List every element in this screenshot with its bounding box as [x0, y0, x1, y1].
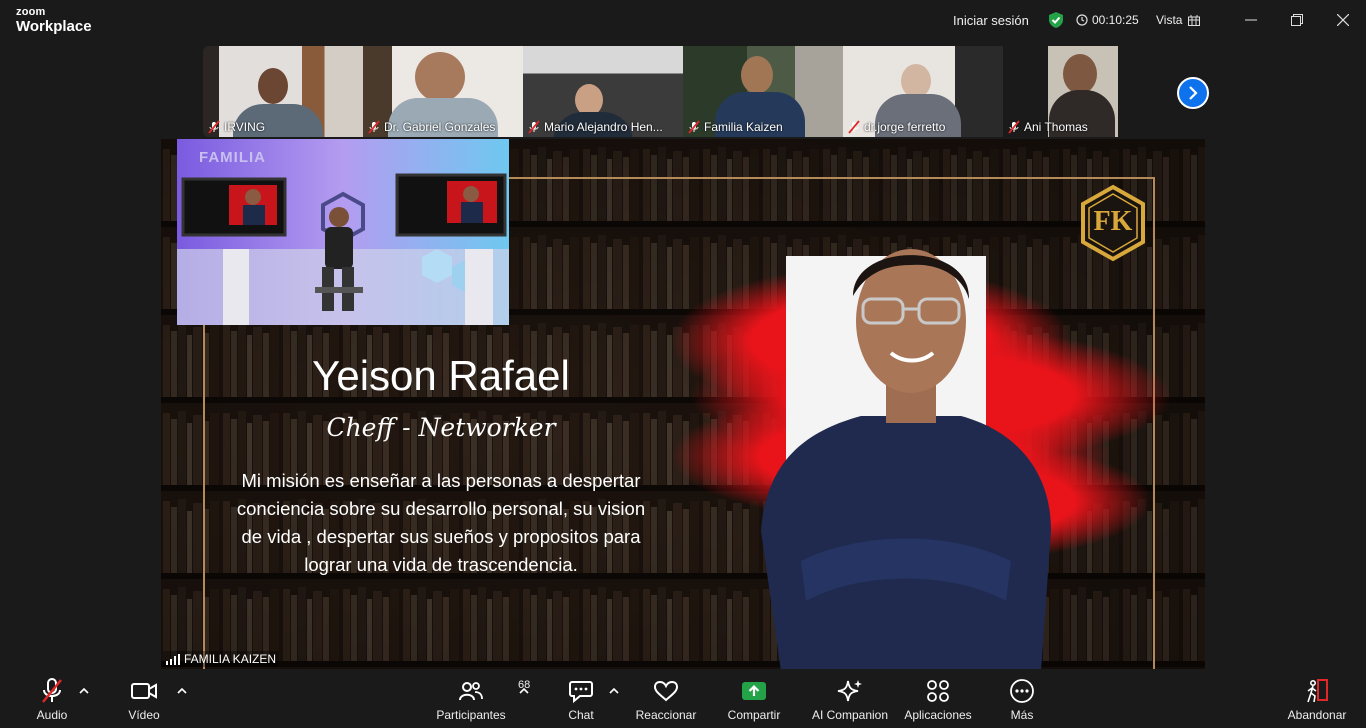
audio-label: Audio — [36, 708, 68, 722]
tile-label: IRVING — [207, 120, 265, 134]
react-button[interactable]: Reaccionar — [621, 676, 711, 722]
sparkle-icon — [837, 680, 862, 702]
participant-tile[interactable]: Familia Kaizen — [683, 46, 843, 137]
view-label: Vista — [1156, 13, 1183, 27]
heart-icon — [653, 680, 679, 702]
minimize-icon — [1245, 19, 1257, 21]
zoom-meeting-window: zoom Workplace Iniciar sesión 00:10:25 V… — [0, 0, 1366, 728]
tile-label: Dr. Gabriel Gonzales — [367, 120, 495, 134]
chat-button[interactable]: Chat — [536, 676, 626, 722]
shared-screen: FAMILIA Yeison Rafael Cheff - Networker … — [161, 139, 1205, 669]
grid-icon — [1188, 14, 1201, 26]
react-label: Reaccionar — [635, 708, 697, 722]
brand-small: zoom — [16, 6, 46, 18]
speaker-name-heading: Yeison Rafael — [312, 352, 570, 399]
muted-mic-icon — [528, 120, 540, 134]
participant-name: Familia Kaizen — [704, 120, 783, 134]
close-button[interactable] — [1333, 10, 1353, 30]
participant-name: Dr. Gabriel Gonzales — [384, 120, 496, 134]
next-page-button[interactable] — [1177, 77, 1209, 109]
meeting-toolbar: Audio Vídeo 68 Participantes Chat Reacci… — [0, 670, 1366, 728]
view-button[interactable]: Vista — [1156, 13, 1201, 27]
participants-button[interactable]: 68 Participantes — [426, 676, 530, 722]
leave-label: Abandonar — [1287, 708, 1347, 722]
share-screen-icon — [742, 682, 766, 700]
muted-mic-icon — [1008, 120, 1020, 134]
participant-name: dr.jorge ferretto — [864, 120, 946, 134]
participant-strip: IRVING Dr. Gabriel Gonzales Mario Alejan… — [203, 46, 1163, 137]
participant-tile[interactable]: Dr. Gabriel Gonzales — [363, 46, 523, 137]
more-options-icon — [1010, 679, 1034, 703]
minimize-button[interactable] — [1241, 10, 1261, 30]
restore-button[interactable] — [1287, 10, 1307, 30]
chat-label: Chat — [568, 708, 594, 722]
speaker-role: Cheff - Networker — [326, 413, 556, 442]
chat-bubble-icon — [569, 681, 593, 703]
title-bar: zoom Workplace Iniciar sesión 00:10:25 V… — [0, 0, 1366, 40]
audio-button[interactable]: Audio — [7, 676, 97, 722]
speaker-portrait — [671, 249, 1171, 669]
meeting-timer: 00:10:25 — [1076, 13, 1139, 27]
leave-button[interactable]: Abandonar — [1272, 676, 1362, 722]
sharer-label: FAMILIA KAIZEN — [163, 651, 280, 667]
participants-options-chevron-up-icon[interactable] — [518, 686, 530, 696]
participant-tile[interactable]: Mario Alejandro Hen... — [523, 46, 683, 137]
timer-text: 00:10:25 — [1092, 13, 1139, 27]
brand-large: Workplace — [16, 18, 92, 35]
muted-mic-icon — [42, 678, 62, 703]
security-shield-icon[interactable] — [1047, 11, 1065, 29]
close-icon — [1337, 14, 1349, 26]
muted-mic-icon — [368, 120, 380, 134]
signal-icon — [166, 653, 180, 665]
participant-tile[interactable]: IRVING — [203, 46, 363, 137]
share-label: Compartir — [727, 708, 781, 722]
apps-label: Aplicaciones — [904, 708, 972, 722]
more-button[interactable]: Más — [977, 676, 1067, 722]
sharer-name: FAMILIA KAIZEN — [184, 652, 277, 666]
participant-name: Ani Thomas — [1024, 120, 1088, 134]
participants-icon — [459, 682, 483, 701]
participant-tile[interactable]: dr.jorge ferretto — [843, 46, 1003, 137]
tile-label: Mario Alejandro Hen... — [527, 120, 663, 134]
more-label: Más — [1010, 708, 1034, 722]
tile-label: Familia Kaizen — [687, 120, 783, 134]
stage-video-inset: FAMILIA — [177, 139, 509, 325]
restore-icon — [1291, 14, 1303, 26]
tile-label: Ani Thomas — [1007, 120, 1088, 134]
participant-name: IRVING — [224, 120, 266, 134]
ai-companion-button[interactable]: AI Companion — [805, 676, 895, 722]
participant-name: Mario Alejandro Hen... — [544, 120, 663, 134]
speaker-mission-text: Mi misión es enseñar a las personas a de… — [236, 470, 646, 575]
share-screen-button[interactable]: Compartir — [709, 676, 799, 722]
video-label: Vídeo — [128, 708, 160, 722]
muted-mic-icon — [688, 120, 700, 134]
clock-icon — [1076, 14, 1088, 26]
muted-mic-icon — [848, 120, 860, 134]
participants-label: Participantes — [436, 708, 506, 722]
signin-link[interactable]: Iniciar sesión — [953, 13, 1029, 28]
leave-exit-icon — [1307, 679, 1328, 703]
muted-mic-icon — [208, 120, 220, 134]
video-camera-icon — [131, 683, 157, 699]
audio-options-chevron-up-icon[interactable] — [78, 686, 90, 696]
ai-companion-label: AI Companion — [811, 708, 889, 722]
apps-button[interactable]: Aplicaciones — [893, 676, 983, 722]
apps-icon — [927, 680, 949, 702]
app-logo: zoom Workplace — [16, 6, 92, 35]
video-button[interactable]: Vídeo — [99, 676, 189, 722]
stage-scene — [177, 139, 509, 325]
chevron-right-icon — [1189, 86, 1198, 100]
chat-options-chevron-up-icon[interactable] — [608, 686, 620, 696]
tile-label: dr.jorge ferretto — [847, 120, 945, 134]
video-options-chevron-up-icon[interactable] — [176, 686, 188, 696]
inset-stage-label: FAMILIA — [199, 149, 266, 166]
participant-tile[interactable]: Ani Thomas — [1003, 46, 1163, 137]
